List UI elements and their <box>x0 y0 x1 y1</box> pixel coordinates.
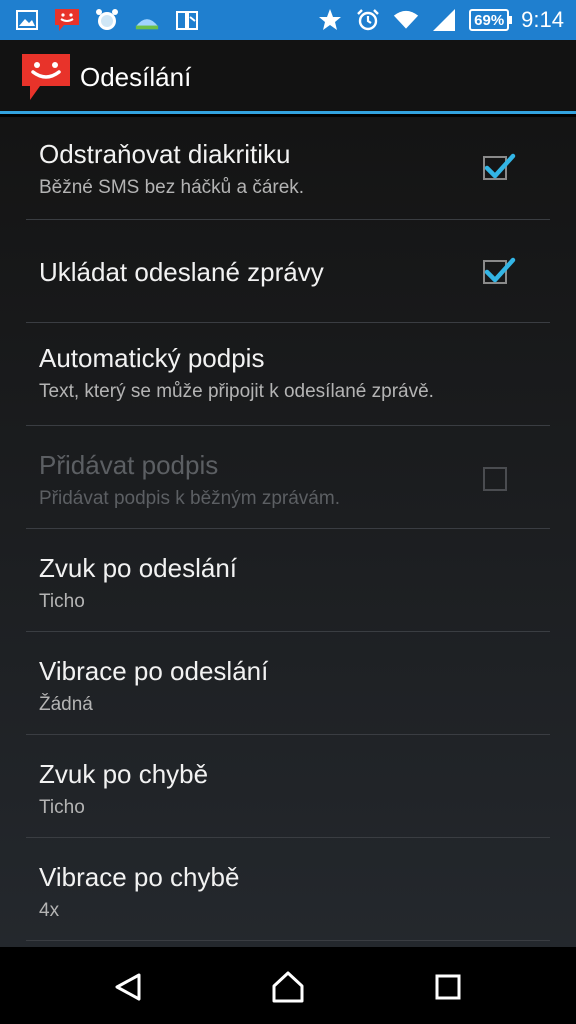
book-icon <box>174 7 200 33</box>
setting-title: Ukládat odeslané zprávy <box>39 257 324 287</box>
setting-sound-after-send[interactable]: Zvuk po odeslání Ticho <box>26 529 550 632</box>
signal-icon <box>431 7 457 33</box>
setting-summary: 4x <box>39 900 60 921</box>
clock: 9:14 <box>521 7 564 32</box>
setting-summary: Žádná <box>39 694 93 715</box>
setting-remove-diacritics[interactable]: Odstraňovat diakritiku Běžné SMS bez háč… <box>26 117 550 220</box>
setting-title: Přidávat podpis <box>39 450 219 480</box>
checkmark-icon <box>484 153 516 179</box>
alarm-icon <box>355 7 381 33</box>
setting-summary: Běžné SMS bez háčků a čárek. <box>39 177 305 198</box>
remove-diacritics-checkbox[interactable] <box>483 153 516 180</box>
alarm-clock-app-icon <box>94 7 120 33</box>
setting-vibration-after-error[interactable]: Vibrace po chybě 4x <box>26 838 550 941</box>
setting-title: Vibrace po chybě <box>39 862 240 892</box>
notification-icons <box>14 7 200 33</box>
setting-summary: Ticho <box>39 797 85 818</box>
setting-vibration-after-send[interactable]: Vibrace po odeslání Žádná <box>26 632 550 735</box>
setting-title: Automatický podpis <box>39 343 265 373</box>
status-bar: 69% 9:14 <box>0 0 576 40</box>
setting-title: Odstraňovat diakritiku <box>39 139 291 169</box>
sms-notification-icon <box>54 7 80 33</box>
setting-summary: Text, který se může připojit k odesílané… <box>39 381 434 402</box>
wifi-icon <box>393 7 419 33</box>
setting-add-signature: Přidávat podpis Přidávat podpis k běžným… <box>26 426 550 529</box>
setting-auto-signature[interactable]: Automatický podpis Text, který se může p… <box>26 323 550 426</box>
weather-icon <box>134 7 160 33</box>
checkmark-icon <box>484 257 516 283</box>
app-logo-icon[interactable] <box>20 52 72 102</box>
home-icon[interactable] <box>268 969 308 1005</box>
setting-title: Vibrace po odeslání <box>39 656 269 686</box>
settings-list[interactable]: Odstraňovat diakritiku Běžné SMS bez háč… <box>0 117 576 947</box>
save-sent-messages-checkbox[interactable] <box>483 257 516 284</box>
navigation-bar <box>0 947 576 1024</box>
battery-icon: 69% <box>469 9 513 31</box>
add-signature-checkbox <box>483 467 507 491</box>
recents-icon[interactable] <box>428 969 468 1005</box>
battery-level: 69% <box>474 11 505 29</box>
setting-summary: Ticho <box>39 591 85 612</box>
setting-title: Zvuk po chybě <box>39 759 209 789</box>
gallery-icon <box>14 7 40 33</box>
setting-summary: Přidávat podpis k běžným zprávám. <box>39 488 340 509</box>
page-title: Odesílání <box>80 62 192 92</box>
setting-save-sent-messages[interactable]: Ukládat odeslané zprávy <box>26 220 550 323</box>
action-bar: Odesílání <box>0 40 576 114</box>
back-icon[interactable] <box>108 969 148 1005</box>
star-icon <box>317 7 343 33</box>
setting-sound-after-error[interactable]: Zvuk po chybě Ticho <box>26 735 550 838</box>
system-icons: 69% 9:14 <box>317 0 564 40</box>
setting-title: Zvuk po odeslání <box>39 553 238 583</box>
